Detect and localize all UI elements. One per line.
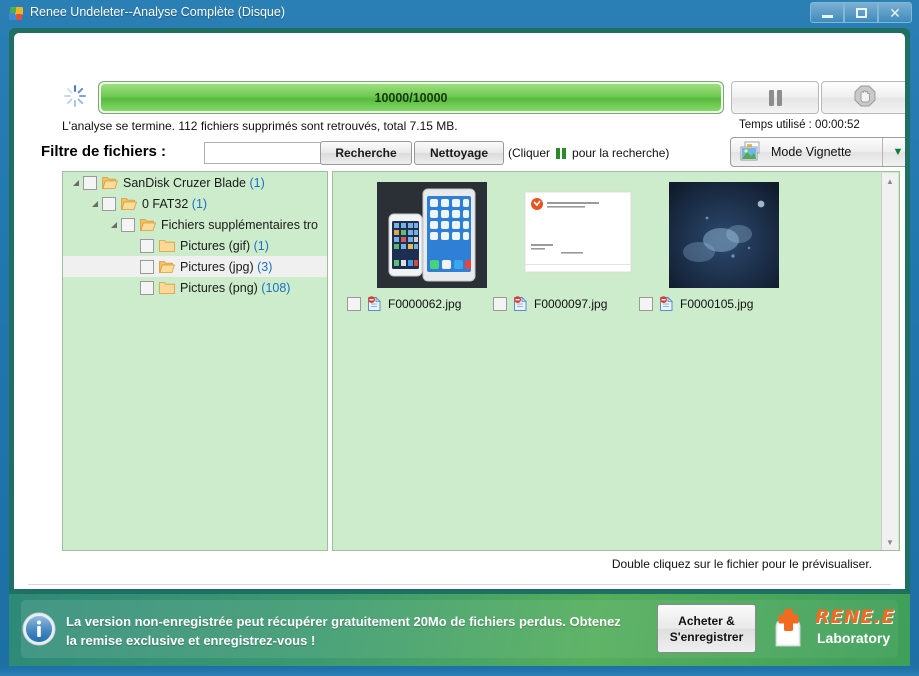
thumbnail-caption-row: F0000097.jpg bbox=[493, 296, 663, 312]
folder-icon bbox=[159, 281, 175, 294]
thumbnail-filename: F0000062.jpg bbox=[388, 297, 462, 311]
thumbnail-checkbox[interactable] bbox=[493, 297, 507, 311]
thumbnail-filename: F0000105.jpg bbox=[680, 297, 754, 311]
info-icon bbox=[22, 612, 56, 646]
tree-item-checkbox[interactable] bbox=[140, 280, 154, 295]
rene-e-key-cross-icon bbox=[765, 606, 811, 650]
window-title: Renee Undeleter--Analyse Complète (Disqu… bbox=[30, 5, 285, 19]
window-bottom-edge bbox=[0, 666, 919, 676]
tree-item[interactable]: SanDisk Cruzer Blade (1) bbox=[63, 172, 327, 193]
search-hint-before: (Cliquer bbox=[508, 146, 551, 160]
view-mode-dropdown[interactable]: Mode Vignette ▼ bbox=[730, 137, 905, 167]
view-mode-value: Mode Vignette bbox=[771, 145, 852, 159]
minimize-icon bbox=[821, 14, 833, 18]
scan-progress-fill: 10000/10000 bbox=[101, 84, 721, 111]
time-used-label: Temps utilisé : 00:00:52 bbox=[739, 119, 860, 131]
thumbnail-item[interactable]: F0000062.jpg bbox=[347, 182, 517, 312]
promo-message: La version non-enregistrée peut récupére… bbox=[66, 612, 646, 650]
folder-icon bbox=[140, 218, 157, 231]
pause-button[interactable] bbox=[731, 81, 819, 114]
stop-button[interactable] bbox=[821, 81, 905, 114]
application-window: Renee Undeleter--Analyse Complète (Disqu… bbox=[0, 0, 919, 676]
filter-label: Filtre de fichiers : bbox=[41, 143, 167, 160]
thumbnail-mode-icon bbox=[737, 141, 763, 163]
deleted-file-icon bbox=[367, 296, 382, 312]
rene-e-logo: RENE.E Laboratory bbox=[765, 604, 901, 654]
folder-tree-panel[interactable]: SanDisk Cruzer Blade (1) 0 FAT32 (1) Fichi… bbox=[62, 171, 328, 551]
app-puzzle-icon bbox=[8, 5, 25, 22]
client-area: 10000/10000 L'analyse se termine. 112 fi… bbox=[14, 33, 905, 589]
thumbnail-scrollbar[interactable]: ▲ ▼ bbox=[881, 173, 898, 550]
folder-icon bbox=[159, 239, 175, 252]
scan-status-text: L'analyse se termine. 112 fichiers suppr… bbox=[62, 119, 458, 133]
folder-icon bbox=[159, 260, 176, 273]
pause-icon-inline bbox=[556, 147, 567, 159]
stop-hand-icon bbox=[853, 84, 877, 111]
scan-progress-bar: 10000/10000 bbox=[98, 81, 724, 114]
tree-collapse-icon[interactable] bbox=[69, 179, 83, 187]
thumbnail-item[interactable]: F0000105.jpg bbox=[639, 182, 809, 312]
search-hint-after: pour la recherche) bbox=[572, 146, 670, 160]
maximize-icon bbox=[855, 7, 867, 18]
deleted-file-icon bbox=[659, 296, 674, 312]
search-button[interactable]: Recherche bbox=[320, 141, 412, 165]
deleted-file-icon bbox=[513, 296, 528, 312]
thumbnail-preview[interactable] bbox=[523, 182, 633, 288]
tree-item[interactable]: Pictures (png) (108) bbox=[63, 277, 327, 298]
tree-item-label: Fichiers supplémentaires tro bbox=[161, 217, 319, 232]
thumbnail-caption-row: F0000062.jpg bbox=[347, 296, 517, 312]
clean-button[interactable]: Nettoyage bbox=[414, 141, 504, 165]
tree-item-checkbox[interactable] bbox=[140, 259, 154, 274]
search-hint: (Cliquer pour la recherche) bbox=[508, 146, 669, 160]
tree-item-checkbox[interactable] bbox=[121, 217, 135, 232]
scroll-up-icon[interactable]: ▲ bbox=[882, 173, 898, 190]
buy-line1: Acheter & bbox=[678, 613, 735, 628]
thumbnail-item[interactable]: F0000097.jpg bbox=[493, 182, 663, 312]
tree-collapse-icon[interactable] bbox=[88, 200, 102, 208]
loading-spinner-icon bbox=[62, 83, 88, 109]
pause-icon bbox=[768, 89, 782, 106]
footer-divider bbox=[28, 584, 891, 585]
tree-item-label: Pictures (gif) (1) bbox=[180, 238, 269, 253]
minimize-button[interactable] bbox=[810, 2, 844, 23]
promo-message-line2: la remise exclusive et enregistrez-vous … bbox=[66, 633, 316, 648]
tree-item-checkbox[interactable] bbox=[102, 196, 116, 211]
logo-subtitle: Laboratory bbox=[817, 630, 891, 646]
tree-item-label: SanDisk Cruzer Blade (1) bbox=[123, 175, 265, 190]
thumbnail-preview[interactable] bbox=[669, 182, 779, 288]
double-click-hint: Double cliquez sur le fichier pour le pr… bbox=[611, 557, 872, 571]
tree-collapse-icon[interactable] bbox=[107, 221, 121, 229]
tree-item-label: 0 FAT32 (1) bbox=[142, 196, 208, 211]
maximize-button[interactable] bbox=[844, 2, 878, 23]
promo-message-line1: La version non-enregistrée peut récupére… bbox=[66, 614, 621, 629]
tree-item-checkbox[interactable] bbox=[83, 175, 97, 190]
folder-icon bbox=[102, 176, 119, 189]
folder-icon bbox=[121, 197, 138, 210]
thumbnail-checkbox[interactable] bbox=[639, 297, 653, 311]
scan-progress-label: 10000/10000 bbox=[374, 90, 448, 105]
close-button[interactable]: ✕ bbox=[878, 2, 912, 23]
buy-register-button[interactable]: Acheter & S'enregistrer bbox=[657, 604, 756, 653]
thumbnail-caption-row: F0000105.jpg bbox=[639, 296, 809, 312]
tree-item-label: Pictures (jpg) (3) bbox=[180, 259, 273, 274]
thumbnail-filename: F0000097.jpg bbox=[534, 297, 608, 311]
filter-input[interactable] bbox=[204, 142, 324, 164]
thumbnail-checkbox[interactable] bbox=[347, 297, 361, 311]
file-thumbnail-panel[interactable]: F0000062.jpg F0000097.jpg F0000105.jpg ▲… bbox=[332, 171, 900, 551]
close-icon: ✕ bbox=[889, 4, 901, 21]
thumbnail-preview[interactable] bbox=[377, 182, 487, 288]
chevron-down-icon[interactable]: ▼ bbox=[882, 138, 905, 166]
tree-item[interactable]: Pictures (gif) (1) bbox=[63, 235, 327, 256]
window-controls: ✕ bbox=[810, 2, 912, 23]
tree-item-label: Pictures (png) (108) bbox=[180, 280, 291, 295]
tree-item[interactable]: Fichiers supplémentaires tro bbox=[63, 214, 327, 235]
tree-item-checkbox[interactable] bbox=[140, 238, 154, 253]
buy-line2: S'enregistrer bbox=[669, 629, 744, 644]
scroll-down-icon[interactable]: ▼ bbox=[882, 534, 898, 550]
tree-item[interactable]: Pictures (jpg) (3) bbox=[63, 256, 327, 277]
logo-wordmark: RENE.E bbox=[815, 606, 895, 628]
tree-item[interactable]: 0 FAT32 (1) bbox=[63, 193, 327, 214]
title-bar: Renee Undeleter--Analyse Complète (Disqu… bbox=[0, 0, 919, 27]
